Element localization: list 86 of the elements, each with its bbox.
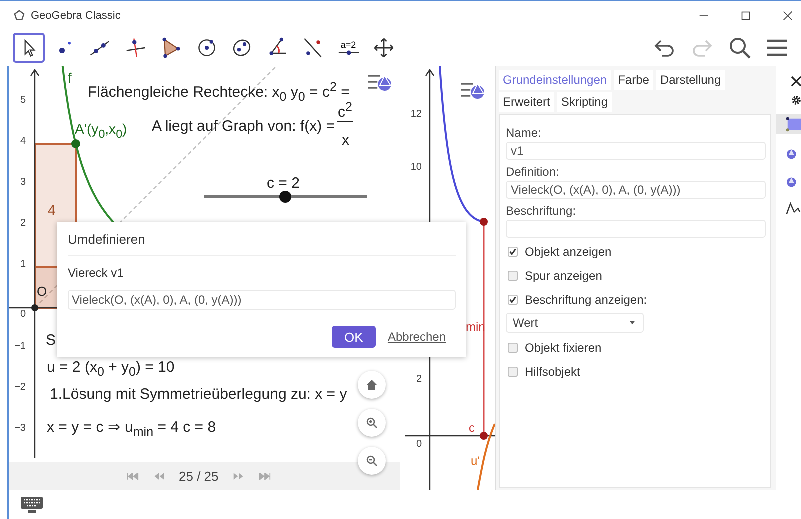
field-label: Name:: [506, 126, 542, 140]
zoom-out-icon: [366, 455, 378, 467]
object-label: Viereck v1: [68, 266, 125, 280]
tick-label: 5: [19, 95, 26, 106]
checkbox[interactable]: [508, 247, 518, 257]
field-label: Definition:: [506, 165, 560, 179]
tick-label: −1: [14, 341, 26, 352]
slider-icon: [338, 50, 360, 56]
circle-icon: [196, 37, 218, 59]
properties-tab[interactable]: Darstellung: [656, 70, 726, 90]
checkbox-label: Objekt fixieren: [525, 341, 602, 355]
tick-label: 4: [19, 136, 26, 147]
settings-icon[interactable]: [791, 95, 801, 106]
triangle-icon: [160, 37, 182, 59]
tick-label: 1: [19, 259, 26, 270]
caret-icon: [630, 321, 635, 325]
origin-point: [32, 304, 38, 312]
graph-text: A liegt auf Graph von: f(x) =: [152, 118, 336, 135]
app-icon: [14, 10, 25, 21]
tick-label: 2: [415, 374, 422, 385]
tick-label: 2: [19, 218, 26, 229]
point: [480, 218, 488, 226]
math-text: x = y = c ⇒ u$_{min}$ = 4 c = 8: [47, 418, 216, 439]
polygon-icon: [786, 116, 801, 132]
dialog-title: Umdefinieren: [68, 232, 456, 256]
close-icon[interactable]: [783, 10, 793, 20]
cancel-link[interactable]: Abbrechen: [388, 330, 446, 344]
point: [480, 432, 488, 440]
graph-label: u': [471, 454, 480, 468]
point: [72, 140, 80, 148]
area-label: 4: [48, 202, 56, 218]
input-field[interactable]: Vieleck(O, (x(A), 0), A, (0, y(A))): [506, 181, 766, 199]
maximize-icon[interactable]: [741, 10, 751, 20]
slider-label: c = 2: [267, 175, 300, 192]
properties-tab[interactable]: Erweitert: [499, 92, 554, 112]
checkbox-label: Spur anzeigen: [525, 269, 602, 283]
math-text: 1.Lösung mit Symmetrieüberlegung zu: x = y: [50, 386, 348, 403]
function-label: f: [68, 70, 72, 86]
origin-label: O: [37, 284, 48, 299]
ellipse-icon: [231, 37, 253, 59]
math-text: u = 2 (x$_{0}$ + y$_{0}$) = 10: [47, 359, 175, 379]
properties-tab[interactable]: Grundeinstellungen: [499, 70, 612, 90]
checkbox[interactable]: [508, 271, 518, 281]
field-label: Beschriftung:: [506, 204, 578, 218]
page-counter: 25 / 25: [179, 468, 219, 484]
move-tool-button[interactable]: [13, 33, 45, 63]
partial-text: S: [46, 332, 56, 349]
fraction-denominator: x: [342, 132, 350, 149]
tick-label: 0: [415, 439, 422, 450]
dropdown[interactable]: Wert: [506, 313, 644, 333]
properties-tab[interactable]: Farbe: [614, 70, 654, 90]
close-icon[interactable]: [791, 76, 801, 87]
tick-label: 10: [410, 162, 422, 173]
slider-thumb[interactable]: [280, 191, 292, 203]
slider[interactable]: [204, 191, 367, 203]
home-icon: [366, 379, 378, 391]
search-icon[interactable]: [728, 36, 752, 60]
zoom-in-icon: [366, 417, 378, 429]
tick-label: −3: [14, 423, 26, 434]
tick-label: 12: [410, 109, 422, 120]
tick-label: −2: [14, 382, 26, 393]
keyboard-icon[interactable]: [21, 496, 43, 512]
polygon-type-button[interactable]: [776, 114, 801, 134]
checkbox-label: Hilfsobjekt: [525, 365, 580, 379]
input-field[interactable]: Vieleck(O, (x(A), 0), A, (0, y(A))): [68, 290, 456, 310]
checkbox[interactable]: [508, 343, 518, 353]
zoom-out-button[interactable]: [358, 447, 386, 475]
checkbox[interactable]: [508, 295, 518, 305]
checkbox[interactable]: [508, 367, 518, 377]
checkbox-label: Objekt anzeigen: [525, 245, 612, 259]
point-label: A'(y$_{0}$,x$_{0}$): [75, 121, 128, 141]
window-title: GeoGebra Classic: [31, 10, 121, 22]
input-field[interactable]: v1: [506, 142, 766, 160]
checkbox-label: Beschriftung anzeigen:: [525, 293, 648, 307]
reflection-icon: [302, 37, 324, 59]
zoom-in-button[interactable]: [358, 409, 386, 437]
home-button[interactable]: [358, 371, 386, 399]
graph-label: c: [469, 421, 475, 435]
function-icon: [786, 200, 801, 216]
ok-button[interactable]: OK: [332, 326, 376, 348]
fraction-numerator: c$^{2}$: [337, 100, 354, 122]
perpendicular-icon: [124, 37, 146, 59]
tick-label: 0: [19, 309, 26, 320]
move-icon: [373, 37, 395, 59]
tick-label: 3: [19, 177, 26, 188]
properties-tab[interactable]: Skripting: [557, 92, 612, 112]
